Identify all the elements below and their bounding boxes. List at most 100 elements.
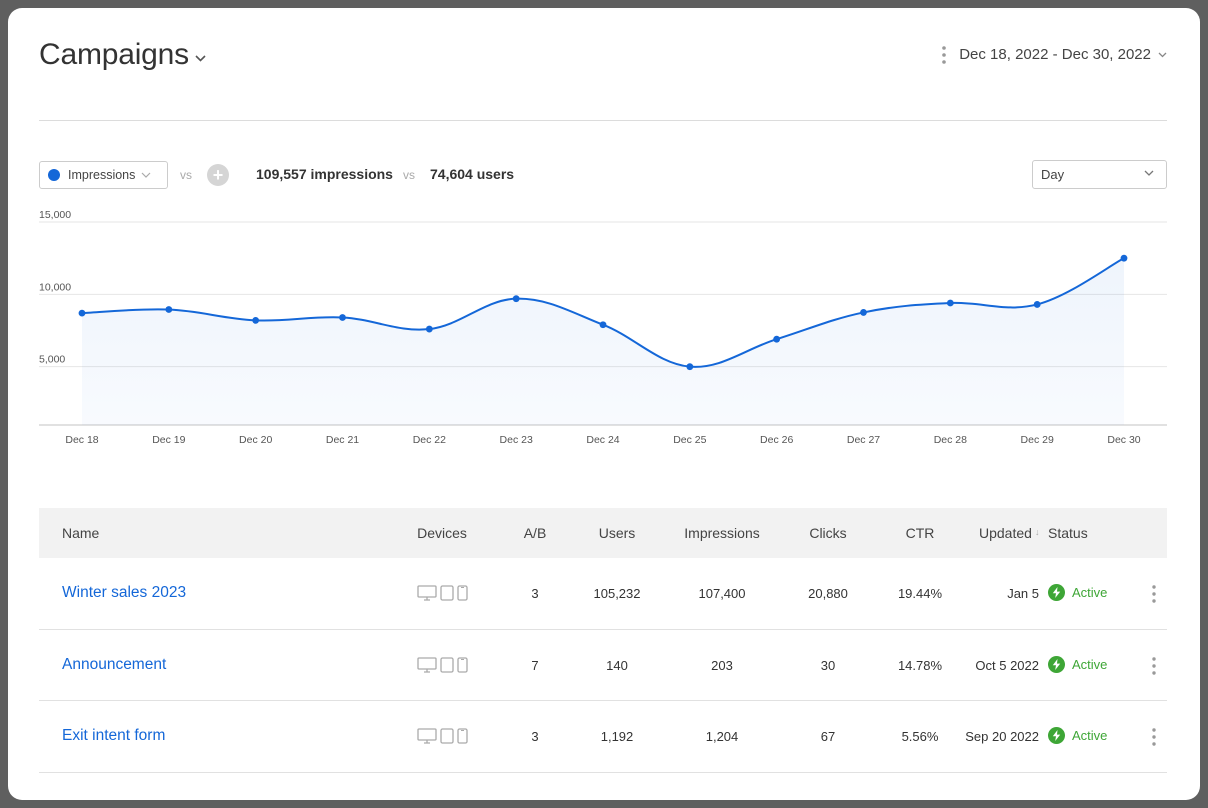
data-point[interactable]	[686, 363, 694, 371]
tablet-icon	[440, 656, 454, 673]
sort-down-icon: ↓	[1034, 527, 1040, 537]
data-point[interactable]	[1033, 301, 1041, 308]
column-header-clicks[interactable]: Clicks	[809, 525, 846, 541]
chevron-down-icon	[141, 172, 151, 178]
campaign-name-link[interactable]: Winter sales 2023	[62, 584, 186, 602]
page-title: Campaigns	[39, 38, 189, 71]
x-tick-label: Dec 27	[847, 434, 880, 446]
column-header-devices[interactable]: Devices	[417, 525, 467, 541]
date-range-label: Dec 18, 2022 - Dec 30, 2022	[959, 46, 1151, 63]
table-row[interactable]: Winter sales 2023 3 105,232 107,400 20,8…	[39, 558, 1167, 630]
x-tick-label: Dec 26	[760, 434, 793, 446]
status-badge: Active	[1048, 655, 1107, 673]
x-tick-label: Dec 30	[1107, 434, 1140, 446]
desktop-icon	[417, 656, 437, 673]
ctr-value: 5.56%	[901, 729, 939, 744]
column-header-impressions[interactable]: Impressions	[684, 525, 759, 541]
status-label: Active	[1072, 585, 1108, 600]
data-point[interactable]	[1120, 254, 1128, 262]
data-point[interactable]	[339, 314, 346, 321]
column-header-name[interactable]: Name	[62, 525, 99, 541]
y-tick-label: 15,000	[39, 209, 71, 221]
metric-label: Impressions	[68, 168, 136, 182]
x-tick-label: Dec 25	[673, 434, 706, 446]
status-badge: Active	[1048, 584, 1107, 601]
x-tick-label: Dec 19	[152, 434, 185, 446]
mobile-icon	[457, 728, 468, 744]
data-point[interactable]	[773, 335, 781, 343]
data-point[interactable]	[78, 309, 86, 317]
row-more-options-icon[interactable]	[1151, 727, 1157, 747]
impressions-line-chart: Dec 18 Dec 19 Dec 20 Dec 21 Dec 22 Dec 23 Dec …	[39, 209, 1167, 446]
vs-label: vs	[180, 168, 192, 182]
campaign-name-link[interactable]: Exit intent form	[62, 727, 165, 745]
tablet-icon	[440, 728, 454, 744]
column-header-users[interactable]: Users	[599, 525, 636, 541]
data-point[interactable]	[946, 299, 954, 307]
desktop-icon	[417, 585, 437, 601]
lightning-icon	[1048, 727, 1065, 744]
ctr-value: 19.44%	[897, 586, 943, 601]
data-point[interactable]	[165, 306, 173, 313]
more-options-icon[interactable]	[941, 45, 947, 65]
y-tick-label: 10,000	[39, 281, 71, 293]
column-header-updated[interactable]: Updated ↓	[979, 525, 1039, 541]
column-header-status[interactable]: Status	[1048, 525, 1088, 541]
row-more-options-icon[interactable]	[1151, 656, 1157, 676]
y-tick-label: 5,000	[39, 354, 65, 366]
ctr-value: 14.78%	[897, 657, 943, 673]
ab-count: 3	[531, 586, 539, 601]
period-label: Day	[1041, 167, 1065, 182]
table-body: Winter sales 2023 3 105,232 107,400 20,8…	[39, 558, 1167, 773]
data-point[interactable]	[252, 316, 260, 324]
header-divider	[39, 120, 1167, 121]
impressions-value: 107,400	[698, 586, 746, 601]
data-point[interactable]	[599, 321, 607, 329]
campaigns-title-dropdown[interactable]: Campaigns	[39, 38, 206, 72]
add-comparison-button[interactable]: +	[207, 164, 229, 186]
metric-select[interactable]: Impressions	[39, 161, 168, 189]
x-tick-label: Dec 24	[586, 434, 619, 446]
users-value: 140	[606, 657, 628, 673]
column-header-ctr[interactable]: CTR	[906, 525, 935, 541]
date-range-picker[interactable]: Dec 18, 2022 - Dec 30, 2022	[959, 46, 1167, 63]
impressions-total: 109,557 impressions	[256, 166, 393, 182]
chevron-down-icon	[1158, 52, 1167, 57]
series-area	[82, 258, 1124, 425]
x-tick-label: Dec 29	[1021, 434, 1054, 446]
updated-value: Oct 5 2022	[975, 657, 1039, 673]
lightning-icon	[1048, 655, 1065, 673]
data-point[interactable]	[425, 325, 433, 333]
desktop-icon	[417, 728, 437, 744]
updated-header-label: Updated	[979, 525, 1032, 541]
users-total: 74,604 users	[430, 166, 515, 182]
users-value: 1,192	[600, 729, 634, 744]
table-row[interactable]: Announcement 7 140 203 30 14.78% Oct 5 2…	[39, 630, 1167, 701]
table-row[interactable]: Exit intent form 3 1,192 1,204 67 5.56% …	[39, 701, 1167, 773]
x-tick-label: Dec 18	[65, 434, 98, 446]
data-point[interactable]	[512, 295, 520, 303]
chevron-down-icon	[1144, 170, 1154, 176]
device-icons	[417, 656, 468, 673]
status-label: Active	[1072, 728, 1108, 743]
table-header: Name Devices A/B Users Impressions Click…	[39, 508, 1167, 558]
period-select[interactable]: Day	[1032, 160, 1167, 189]
chevron-down-icon	[195, 54, 206, 62]
campaigns-card: Campaigns Dec 18, 2022 - Dec 30, 2022 Im…	[8, 8, 1200, 800]
clicks-value: 20,880	[808, 586, 848, 601]
updated-value: Jan 5	[1007, 586, 1039, 601]
x-tick-label: Dec 23	[500, 434, 533, 446]
ab-count: 3	[531, 729, 539, 744]
status-badge: Active	[1048, 727, 1107, 744]
row-more-options-icon[interactable]	[1151, 584, 1157, 604]
impressions-value: 203	[711, 657, 733, 673]
campaign-name-link[interactable]: Announcement	[62, 656, 166, 674]
vs-label: vs	[403, 168, 415, 182]
chart-controls: Impressions vs + 109,557 impressions vs …	[39, 160, 1167, 190]
x-tick-label: Dec 21	[326, 434, 359, 446]
lightning-icon	[1048, 584, 1065, 601]
data-point[interactable]	[860, 309, 867, 316]
x-tick-label: Dec 22	[413, 434, 446, 446]
column-header-ab[interactable]: A/B	[524, 525, 547, 541]
metric-color-dot	[48, 169, 60, 181]
